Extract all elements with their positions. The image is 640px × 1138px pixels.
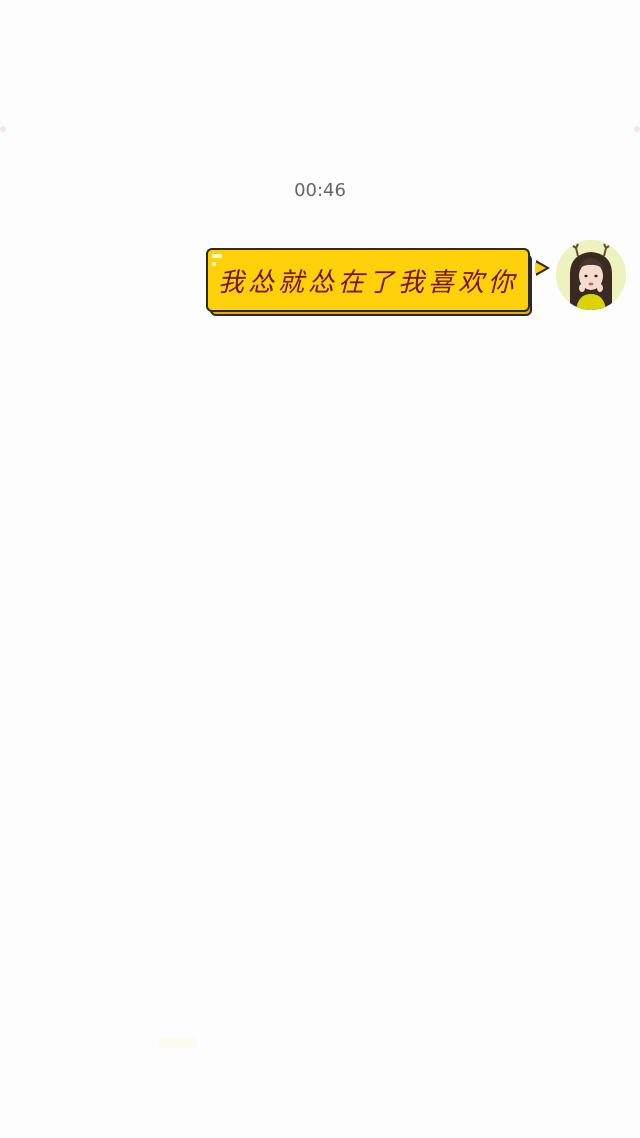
message-text: 我怂就怂在了我喜欢你 xyxy=(217,267,518,298)
corner-decoration xyxy=(634,126,640,132)
message-timestamp: 00:46 xyxy=(294,180,346,201)
user-avatar[interactable] xyxy=(556,240,626,310)
message-row-outgoing: 我怂就怂在了我喜欢你 xyxy=(206,240,626,316)
bubble-face: 我怂就怂在了我喜欢你 xyxy=(206,248,530,312)
corner-decoration xyxy=(0,126,6,132)
bubble-highlight xyxy=(212,254,222,258)
message-bubble[interactable]: 我怂就怂在了我喜欢你 xyxy=(206,248,550,316)
user-avatar-icon xyxy=(556,240,626,310)
chat-screen: 00:46 我怂就怂在了我喜欢你 xyxy=(0,0,640,1138)
bubble-highlight xyxy=(212,262,216,266)
faint-mark xyxy=(158,1038,198,1048)
bubble-tail-fill xyxy=(535,262,546,274)
